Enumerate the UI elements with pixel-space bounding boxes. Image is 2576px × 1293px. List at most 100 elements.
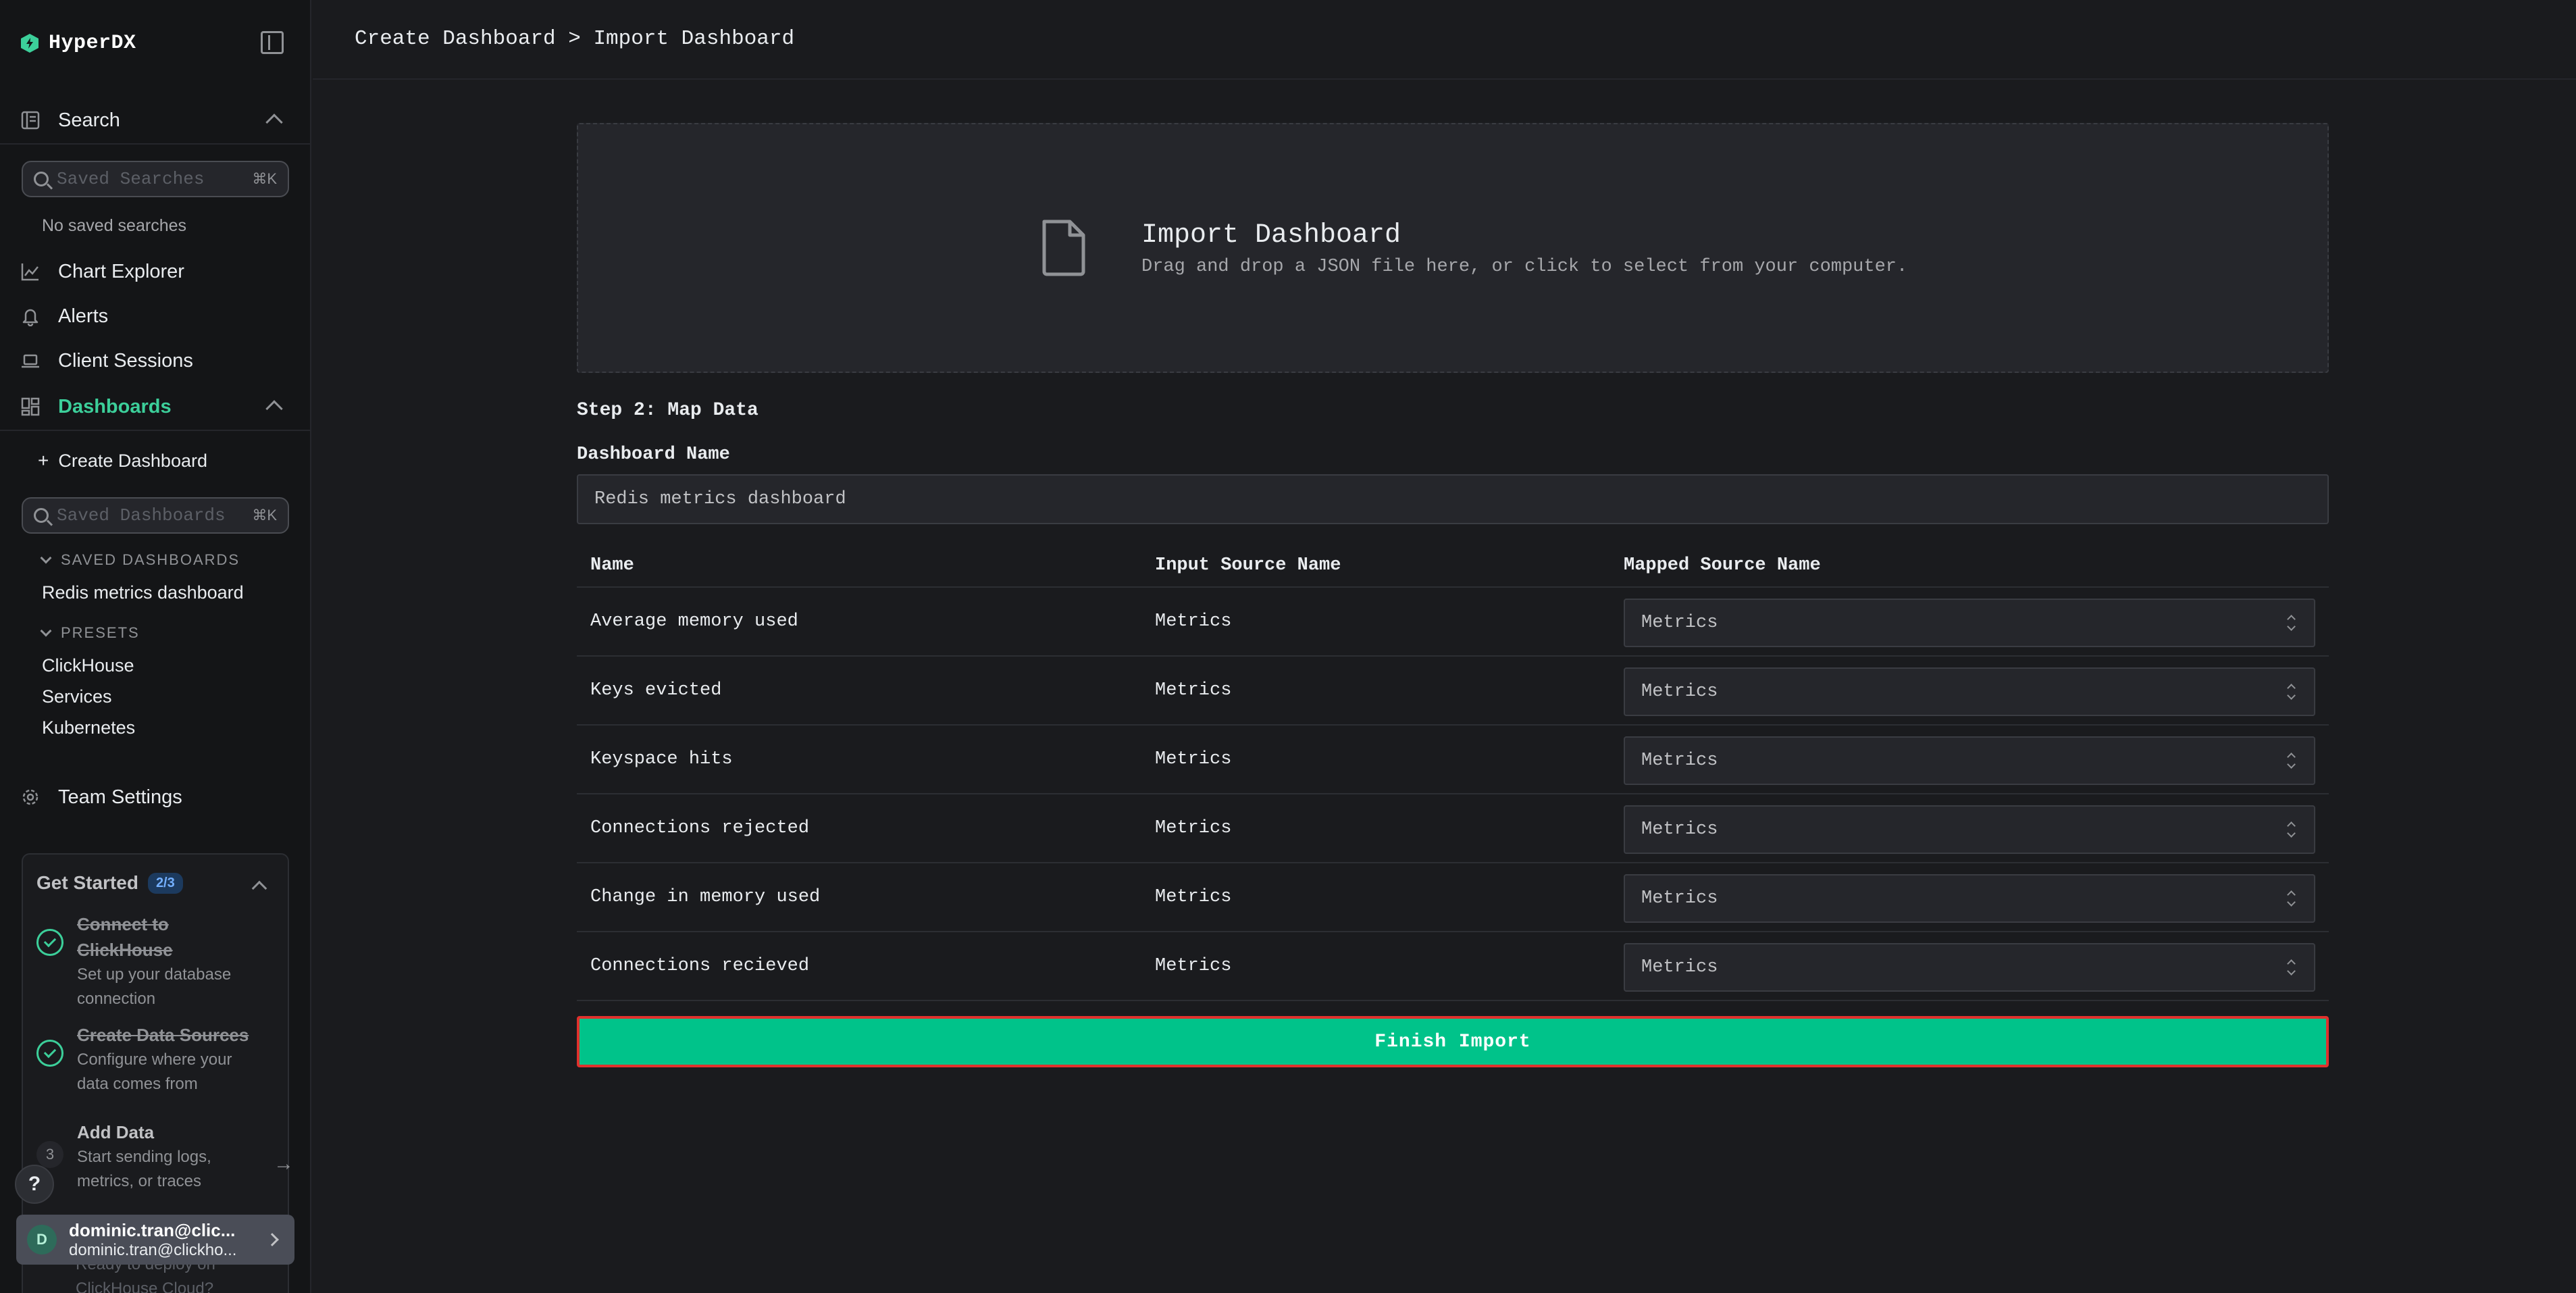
- create-dashboard-link[interactable]: + Create Dashboard: [38, 450, 207, 472]
- saved-dashboards-header[interactable]: SAVED DASHBOARDS: [40, 551, 240, 569]
- chevron-down-icon: [40, 625, 52, 637]
- nav-search[interactable]: Search: [20, 105, 120, 135]
- mapped-source-select[interactable]: Metrics: [1624, 805, 2315, 854]
- column-header-mapped-source: Mapped Source Name: [1624, 555, 1821, 576]
- select-value: Metrics: [1641, 682, 1718, 702]
- nav-chart-explorer[interactable]: Chart Explorer: [20, 257, 184, 286]
- select-value: Metrics: [1641, 957, 1718, 978]
- sidebar: HyperDX Search Saved Searches ⌘K No save…: [0, 0, 311, 1293]
- bell-icon: [22, 309, 38, 326]
- mapped-source-select[interactable]: Metrics: [1624, 599, 2315, 647]
- dashboard-name-label: Dashboard Name: [577, 445, 730, 465]
- step-desc: Start sending logs, metrics, or traces: [77, 1148, 211, 1190]
- saved-dashboards-placeholder: Saved Dashboards: [57, 505, 226, 526]
- user-menu[interactable]: D dominic.tran@clic... dominic.tran@clic…: [16, 1215, 294, 1265]
- table-row: Keys evicted Metrics Metrics: [577, 657, 2329, 726]
- nav-client-sessions-label: Client Sessions: [58, 349, 193, 372]
- preset-kubernetes[interactable]: Kubernetes: [42, 717, 135, 738]
- check-circle-icon: [36, 1040, 63, 1067]
- row-name: Average memory used: [590, 611, 798, 632]
- preset-clickhouse[interactable]: ClickHouse: [42, 655, 134, 676]
- row-name: Connections recieved: [590, 956, 810, 976]
- progress-badge: 2/3: [147, 872, 183, 894]
- nav-alerts[interactable]: Alerts: [20, 301, 108, 331]
- table-row: Keyspace hits Metrics Metrics: [577, 726, 2329, 794]
- select-value: Metrics: [1641, 751, 1718, 771]
- step-title: Create Data Sources: [77, 1025, 249, 1045]
- dashboards-collapse-chevron-icon[interactable]: [265, 400, 283, 417]
- create-dashboard-label: Create Dashboard: [58, 450, 207, 471]
- step-title: Add Data: [77, 1122, 155, 1142]
- avatar: D: [27, 1225, 57, 1254]
- nav-chart-explorer-label: Chart Explorer: [58, 260, 184, 282]
- finish-import-button[interactable]: Finish Import: [577, 1016, 2329, 1067]
- presets-header[interactable]: PRESETS: [40, 624, 140, 642]
- get-started-title: Get Started 2/3: [36, 872, 183, 894]
- step-desc: Set up your database connection: [77, 965, 232, 1008]
- dashboard-name-input[interactable]: Redis metrics dashboard: [577, 474, 2329, 524]
- saved-dashboard-item[interactable]: Redis metrics dashboard: [42, 582, 244, 603]
- help-button[interactable]: ?: [15, 1165, 54, 1204]
- table-row: Connections rejected Metrics Metrics: [577, 794, 2329, 863]
- plus-icon: +: [38, 450, 49, 471]
- hyperdx-logo-icon: [21, 34, 38, 53]
- sidebar-collapse-icon[interactable]: [261, 31, 284, 54]
- divider: [0, 430, 310, 431]
- brand[interactable]: HyperDX: [20, 30, 136, 57]
- row-name: Keys evicted: [590, 680, 722, 701]
- mapped-source-select[interactable]: Metrics: [1624, 667, 2315, 716]
- row-input-source: Metrics: [1155, 680, 1232, 701]
- top-bar: Create Dashboard > Import Dashboard: [313, 0, 2576, 80]
- saved-searches-placeholder: Saved Searches: [57, 169, 205, 189]
- mapping-table: Name Input Source Name Mapped Source Nam…: [577, 544, 2329, 1001]
- mapped-source-select[interactable]: Metrics: [1624, 736, 2315, 785]
- user-email: dominic.tran@clickho...: [69, 1240, 237, 1259]
- row-input-source: Metrics: [1155, 818, 1232, 838]
- select-value: Metrics: [1641, 888, 1718, 909]
- app-name: HyperDX: [49, 32, 136, 55]
- preset-services[interactable]: Services: [42, 686, 112, 707]
- shortcut-hint: ⌘K: [252, 507, 277, 524]
- chevron-right-icon: [265, 1233, 279, 1246]
- arrow-right-icon[interactable]: →: [274, 1152, 294, 1175]
- search-collapse-chevron-icon[interactable]: [265, 113, 283, 131]
- dropzone-title: Import Dashboard: [1141, 220, 1401, 251]
- line-chart-icon: [21, 263, 38, 281]
- row-input-source: Metrics: [1155, 611, 1232, 632]
- selector-icon: [2288, 959, 2296, 975]
- nav-client-sessions[interactable]: Client Sessions: [20, 346, 193, 376]
- get-started-collapse-chevron-icon[interactable]: [251, 880, 267, 896]
- nav-team-settings-label: Team Settings: [58, 786, 182, 808]
- step-connect-clickhouse[interactable]: Connect to ClickHouse Set up your databa…: [36, 911, 273, 1011]
- saved-searches-input[interactable]: Saved Searches ⌘K: [22, 161, 289, 197]
- dropzone-subtitle: Drag and drop a JSON file here, or click…: [1141, 257, 1908, 277]
- row-name: Change in memory used: [590, 887, 821, 907]
- row-input-source: Metrics: [1155, 887, 1232, 907]
- nav-team-settings[interactable]: Team Settings: [20, 782, 182, 812]
- saved-dashboards-input[interactable]: Saved Dashboards ⌘K: [22, 497, 289, 534]
- selector-icon: [2288, 684, 2296, 700]
- step-title: Connect to ClickHouse: [77, 914, 173, 960]
- table-row: Connections recieved Metrics Metrics: [577, 932, 2329, 1001]
- row-input-source: Metrics: [1155, 749, 1232, 769]
- nav-dashboards[interactable]: Dashboards: [20, 392, 172, 422]
- search-icon: [34, 172, 49, 186]
- divider: [0, 143, 310, 145]
- step-desc: Configure where your data comes from: [77, 1050, 232, 1093]
- mapped-source-select[interactable]: Metrics: [1624, 943, 2315, 992]
- shortcut-hint: ⌘K: [252, 170, 277, 187]
- file-icon: [1042, 220, 1085, 276]
- mapped-source-select[interactable]: Metrics: [1624, 874, 2315, 923]
- step-add-data[interactable]: 3 Add Data Start sending logs, metrics, …: [36, 1119, 253, 1194]
- laptop-icon: [22, 354, 39, 368]
- nav-search-label: Search: [58, 109, 120, 131]
- step-label: Step 2: Map Data: [577, 400, 758, 421]
- check-circle-icon: [36, 929, 63, 956]
- import-dropzone[interactable]: Import Dashboard Drag and drop a JSON fi…: [577, 123, 2329, 373]
- select-value: Metrics: [1641, 613, 1718, 633]
- selector-icon: [2288, 753, 2296, 769]
- user-name: dominic.tran@clic...: [69, 1219, 236, 1240]
- select-value: Metrics: [1641, 819, 1718, 840]
- step-create-data-sources[interactable]: Create Data Sources Configure where your…: [36, 1022, 259, 1096]
- no-saved-searches-text: No saved searches: [42, 216, 187, 235]
